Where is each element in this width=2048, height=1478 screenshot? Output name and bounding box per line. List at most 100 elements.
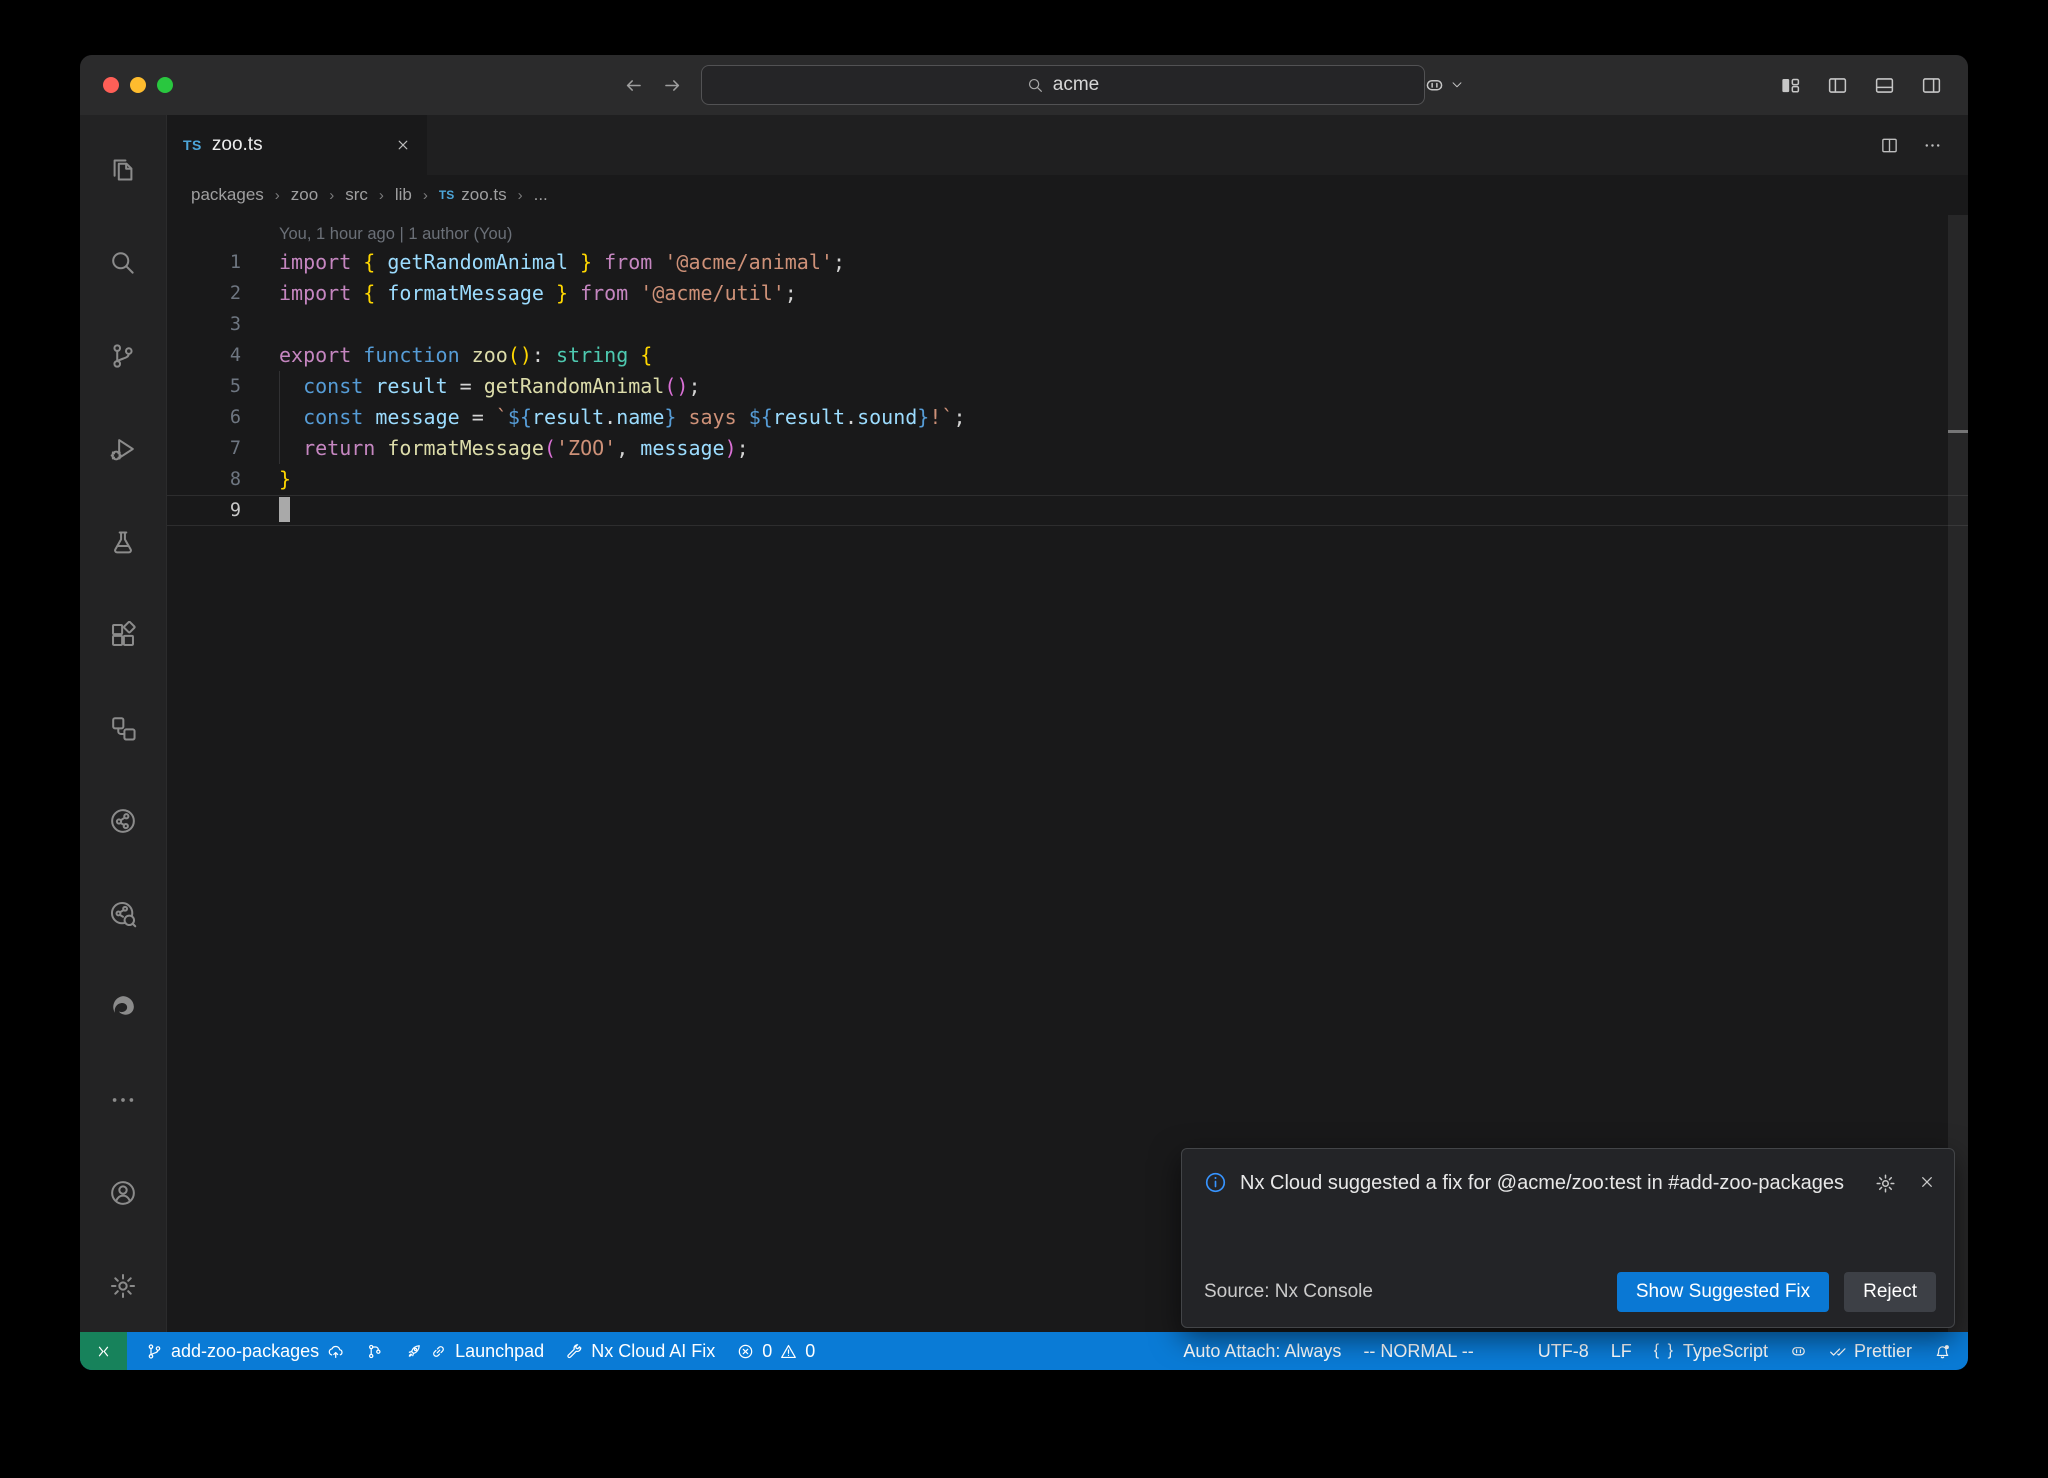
sidebar-item-source-control[interactable] <box>80 309 166 402</box>
code-lines: 1import { getRandomAnimal } from '@acme/… <box>167 247 1968 526</box>
status-source-control-graph[interactable] <box>355 1332 394 1370</box>
titlebar-search[interactable]: acme <box>701 65 1425 105</box>
toggle-panel-icon[interactable] <box>1874 75 1895 96</box>
notification-settings-icon[interactable] <box>1875 1173 1896 1194</box>
copilot-icon <box>1424 75 1445 96</box>
status-remote[interactable] <box>80 1332 127 1370</box>
vscode-window: acme <box>80 55 1968 1370</box>
breadcrumb-item-packages[interactable]: packages <box>191 185 264 205</box>
minimize-window-button[interactable] <box>130 77 146 93</box>
chevron-right-icon: › <box>423 187 428 204</box>
split-editor-icon[interactable] <box>1880 136 1899 155</box>
sidebar-item-more-views[interactable] <box>80 1053 166 1146</box>
sidebar-item-edge-tools[interactable] <box>80 960 166 1053</box>
status-launchpad[interactable]: Launchpad <box>394 1332 555 1370</box>
status-problems[interactable]: 00 <box>726 1332 826 1370</box>
line-number[interactable]: 5 <box>167 371 241 402</box>
account-icon <box>109 1179 137 1207</box>
extensions-icon <box>109 621 137 649</box>
sidebar-item-extensions[interactable] <box>80 588 166 681</box>
show-suggested-fix-button[interactable]: Show Suggested Fix <box>1617 1272 1829 1312</box>
sidebar-item-testing[interactable] <box>80 495 166 588</box>
back-icon[interactable] <box>623 75 644 96</box>
chevron-right-icon: › <box>329 187 334 204</box>
line-number[interactable]: 9 <box>167 495 241 526</box>
status-auto-attach[interactable]: Auto Attach: Always <box>1172 1332 1352 1370</box>
sidebar-item-search[interactable] <box>80 216 166 309</box>
status-label: add-zoo-packages <box>171 1341 319 1362</box>
cursor-overview-mark <box>1948 430 1968 433</box>
zoom-window-button[interactable] <box>157 77 173 93</box>
line-text: const result = getRandomAnimal(); <box>279 371 701 402</box>
line-text: } <box>279 464 291 495</box>
code-line-7: 7 return formatMessage('ZOO', message); <box>167 433 1968 464</box>
line-number[interactable]: 2 <box>167 278 241 309</box>
status-copilot[interactable] <box>1779 1332 1818 1370</box>
code-line-6: 6 const message = `${result.name} says $… <box>167 402 1968 433</box>
customize-layout-icon[interactable] <box>1780 75 1801 96</box>
error-icon <box>737 1343 754 1360</box>
ellipsis-icon <box>109 1086 137 1114</box>
notification-buttons: Show Suggested Fix Reject <box>1617 1272 1936 1312</box>
status-nx-cloud-ai-fix[interactable]: Nx Cloud AI Fix <box>555 1332 726 1370</box>
status-prettier[interactable]: Prettier <box>1818 1332 1923 1370</box>
sidebar-item-project-graph[interactable] <box>80 681 166 774</box>
line-text: export function zoo(): string { <box>279 340 652 371</box>
line-number[interactable]: 3 <box>167 309 241 340</box>
git-branch-icon <box>146 1343 163 1360</box>
toggle-sidebar-right-icon[interactable] <box>1921 75 1942 96</box>
sidebar-item-explorer[interactable] <box>80 123 166 216</box>
notification-actions <box>1875 1173 1936 1202</box>
status-eol[interactable]: LF <box>1600 1332 1643 1370</box>
breadcrumb-item-src[interactable]: src <box>345 185 368 205</box>
breadcrumb-item-lib[interactable]: lib <box>395 185 412 205</box>
tab-zoo-ts[interactable]: TS zoo.ts <box>167 115 427 175</box>
breadcrumb-item-zoo-ts[interactable]: TSzoo.ts <box>439 185 507 205</box>
circle-graph-icon <box>109 807 137 835</box>
reject-button[interactable]: Reject <box>1844 1272 1936 1312</box>
rocket-icon <box>405 1343 422 1360</box>
editor-actions <box>1880 115 1968 175</box>
status-encoding[interactable]: UTF-8 <box>1527 1332 1600 1370</box>
status-language[interactable]: { }TypeScript <box>1643 1332 1779 1370</box>
forward-icon[interactable] <box>662 75 683 96</box>
line-number[interactable]: 1 <box>167 247 241 278</box>
line-text: return formatMessage('ZOO', message); <box>279 433 749 464</box>
status-notifications[interactable] <box>1923 1332 1968 1370</box>
remote-icon <box>95 1343 112 1360</box>
status-vim-mode[interactable]: -- NORMAL -- <box>1352 1332 1484 1370</box>
notification-header: Nx Cloud suggested a fix for @acme/zoo:t… <box>1182 1149 1954 1202</box>
titlebar-center: acme <box>623 55 1425 115</box>
git-blame-annotation: You, 1 hour ago | 1 author (You) <box>279 221 1968 247</box>
chevron-right-icon: › <box>518 187 523 204</box>
line-number[interactable]: 8 <box>167 464 241 495</box>
check-double-icon <box>1829 1343 1846 1360</box>
copilot-menu[interactable] <box>1424 75 1464 96</box>
breadcrumb-item-zoo[interactable]: zoo <box>291 185 318 205</box>
breadcrumb: packages›zoo›src›lib›TSzoo.ts›... <box>167 175 1968 215</box>
notification-close-icon[interactable] <box>1918 1173 1936 1191</box>
sidebar-item-accounts[interactable] <box>80 1146 166 1239</box>
typescript-file-icon: TS <box>439 188 454 202</box>
cloud-upload-icon <box>327 1343 344 1360</box>
wrench-icon <box>566 1343 583 1360</box>
breadcrumb-item--[interactable]: ... <box>534 185 548 205</box>
code-line-5: 5 const result = getRandomAnimal(); <box>167 371 1968 402</box>
sidebar-item-nx-console[interactable] <box>80 774 166 867</box>
more-actions-icon[interactable] <box>1923 136 1942 155</box>
line-number[interactable]: 4 <box>167 340 241 371</box>
status-git-branch[interactable]: add-zoo-packages <box>132 1332 355 1370</box>
code-line-3: 3 <box>167 309 1968 340</box>
toggle-sidebar-left-icon[interactable] <box>1827 75 1848 96</box>
sidebar-item-settings[interactable] <box>80 1239 166 1332</box>
tab-close-icon[interactable] <box>395 137 411 153</box>
line-number[interactable]: 6 <box>167 402 241 433</box>
sidebar-item-run-debug[interactable] <box>80 402 166 495</box>
close-window-button[interactable] <box>103 77 119 93</box>
titlebar-actions <box>1424 75 1968 96</box>
sidebar-item-nx-cloud[interactable] <box>80 867 166 960</box>
activity-bar-top <box>80 123 166 1146</box>
line-number[interactable]: 7 <box>167 433 241 464</box>
chevron-down-icon <box>1450 78 1464 92</box>
gear-icon <box>109 1272 137 1300</box>
